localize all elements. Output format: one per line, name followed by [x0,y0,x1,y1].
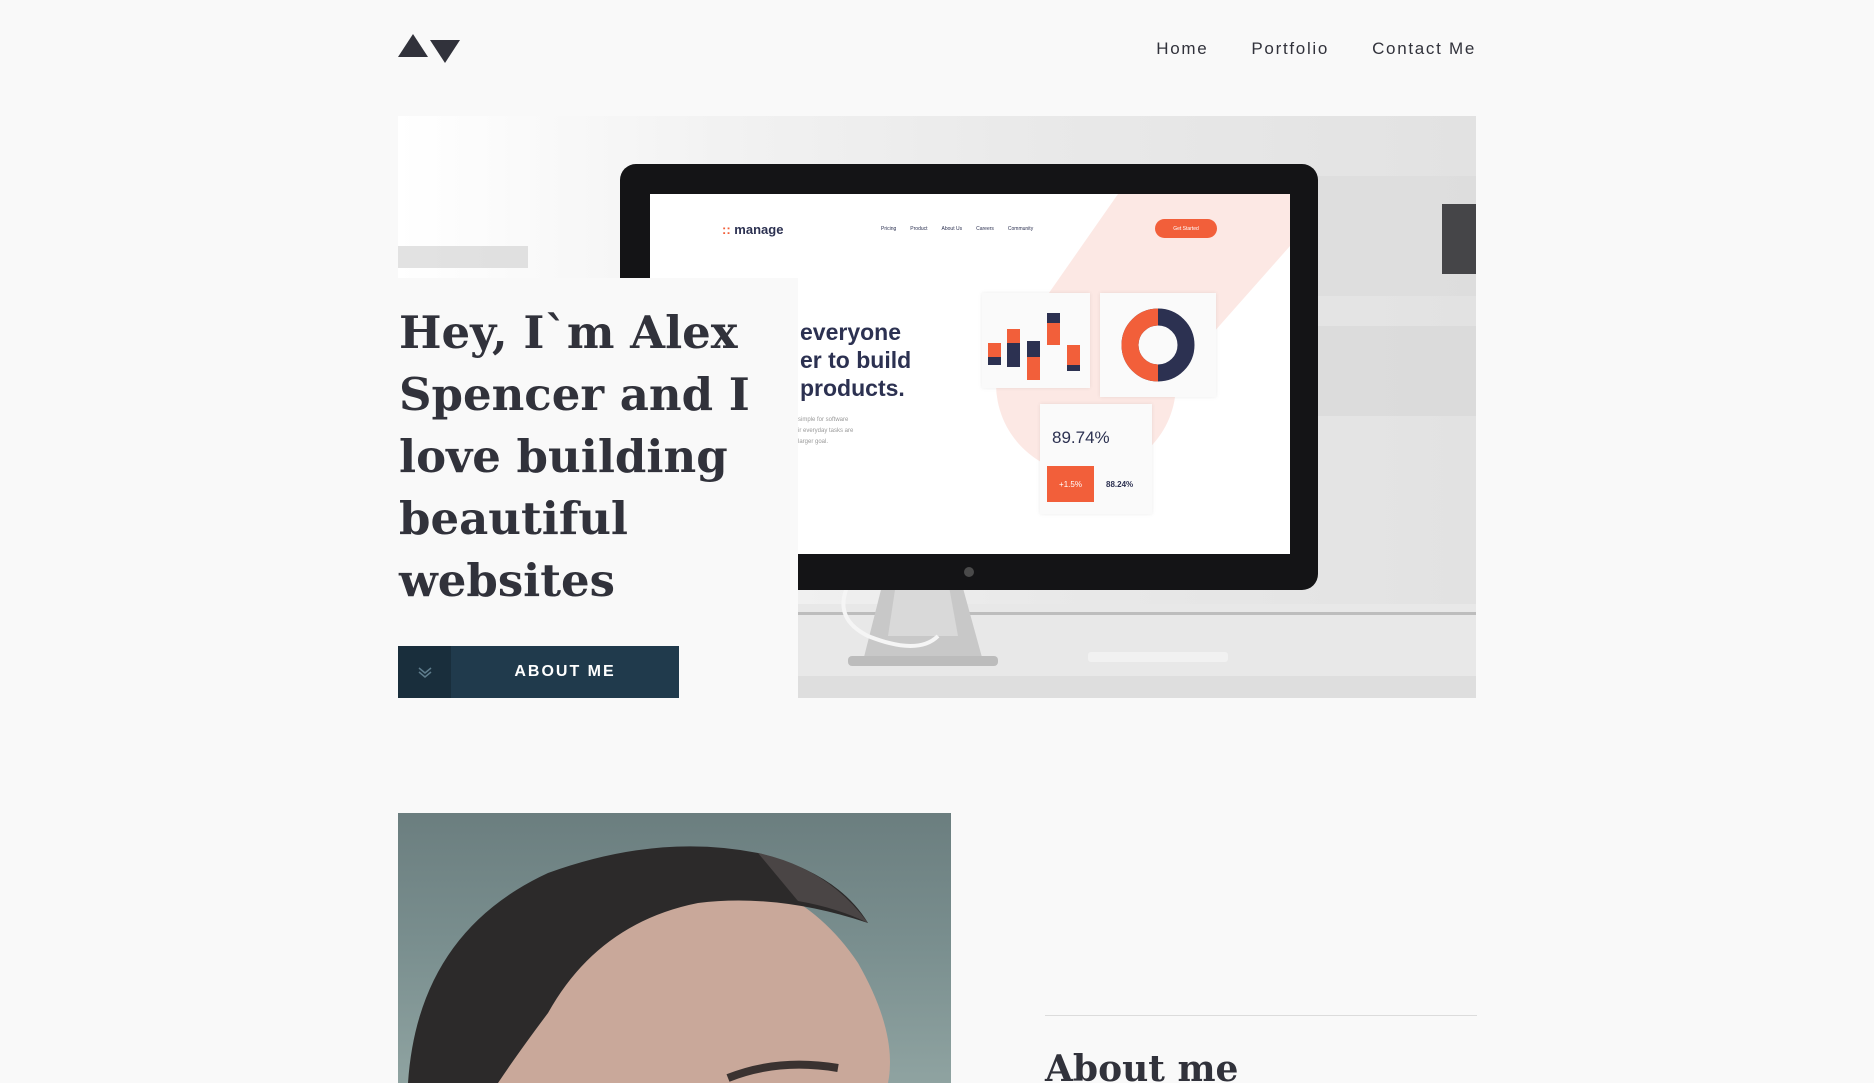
screen-bar-card [982,293,1090,388]
main-nav: Home Portfolio Contact Me [1156,39,1476,59]
screen-body-line: simple for software [798,417,849,423]
screen-donut-chart-icon [1121,308,1195,382]
about-me-button-label: ABOUT ME [514,663,616,680]
nav-home-link[interactable]: Home [1156,39,1208,59]
screen-menu-item: Careers [976,226,994,232]
hero-title: Hey, I`m Alex Spencer and I love buildin… [399,306,750,607]
screen-brand-label: manage [734,222,784,237]
screen-menu: Pricing Product About Us Careers Communi… [881,226,1033,232]
screen-stat-secondary: 88.24% [1106,480,1134,489]
screen-menu-item: Product [910,226,928,232]
screen-headline-line: er to build [800,347,912,373]
portrait-illustration [408,846,890,1083]
screen-menu-item: About Us [941,226,963,232]
screen-body-line: ir everyday tasks are [798,428,854,434]
screen-brand: :: manage [722,222,783,237]
about-divider [1045,1015,1477,1016]
logo-icon[interactable] [398,32,460,64]
screen-menu-item: Pricing [881,226,897,232]
portrait-image [398,813,951,1083]
nav-contact-link[interactable]: Contact Me [1372,39,1476,59]
about-me-button[interactable]: ABOUT ME [398,646,679,698]
screen-headline-line: everyone [800,319,902,345]
site-header: Home Portfolio Contact Me [398,30,1476,68]
screen-headline: everyone er to build products. [800,318,911,402]
screen-stat-main: 89.74% [1052,428,1110,447]
screen-body-line: larger goal. [798,439,829,445]
brand-dots-icon: :: [722,222,731,237]
screen-body: simple for software ir everyday tasks ar… [798,415,853,448]
screen-stat-badge: +1.5% [1047,466,1094,502]
nav-portfolio-link[interactable]: Portfolio [1251,39,1329,59]
screen-headline-line: products. [800,375,905,401]
about-title: About me [1045,1048,1239,1083]
screen-menu-item: Community [1007,226,1034,232]
screen-cta: Get Started [1155,219,1217,238]
screen-bar-chart-icon [988,313,1080,380]
screen-donut-card [1100,293,1216,397]
screen-stat-card: 89.74% +1.5% 88.24% [1040,404,1152,514]
chevron-down-icon [398,646,451,698]
